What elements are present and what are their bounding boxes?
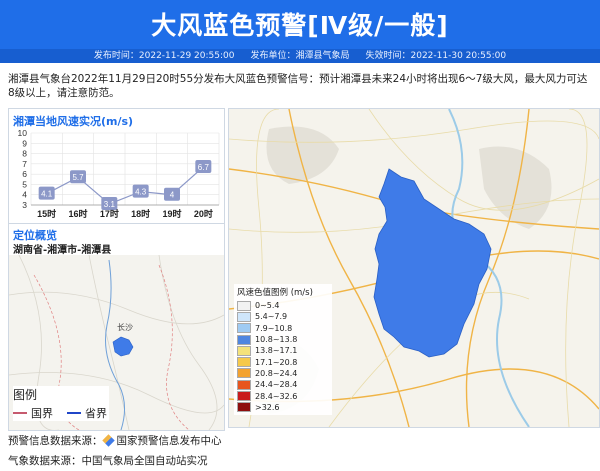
legend-label: 10.8~13.8: [255, 335, 298, 345]
warning-title: 大风蓝色预警[Ⅳ级/一般]: [151, 11, 449, 40]
legend-row: >32.6: [237, 402, 329, 413]
warning-header: 大风蓝色预警[Ⅳ级/一般] 发布时间：2022-11-29 20:55:00 发…: [0, 0, 600, 63]
location-legend: 图例 国界 省界: [13, 386, 109, 421]
legend-province-border: 省界: [67, 405, 107, 421]
data-label: 5.7: [72, 173, 84, 182]
warning-description: 湘潭县气象台2022年11月29日20时55分发布大风蓝色预警信号：预计湘潭县未…: [8, 73, 588, 99]
expire-time: 失效时间：2022-11-30 20:55:00: [365, 51, 507, 61]
y-tick-label: 8: [22, 149, 27, 159]
legend-label: 13.8~17.1: [255, 346, 298, 356]
footer-weather-source: 气象数据来源：中国气象局全国自动站实况: [8, 455, 208, 467]
national-border-swatch: [13, 412, 27, 414]
legend-label: 28.4~32.6: [255, 391, 298, 401]
legend-row: 10.8~13.8: [237, 334, 329, 345]
y-tick-label: 5: [22, 179, 27, 189]
location-subtitle: 湖南省-湘潭市-湘潭县: [13, 245, 112, 256]
legend-label: 5.4~7.9: [255, 312, 288, 322]
legend-row: 20.8~24.4: [237, 368, 329, 379]
wind-color-legend: 风速色值图例 (m/s) 0~5.4 5.4~7.9 7.9~10.8 10.8~13…: [234, 284, 332, 415]
issuer: 发布单位：湘潭县气象局: [250, 51, 350, 61]
x-tick-label: 19时: [162, 208, 181, 219]
legend-swatch: [237, 345, 251, 356]
legend-row: 5.4~7.9: [237, 311, 329, 322]
legend-row: 24.4~28.4: [237, 379, 329, 390]
warning-meta: 发布时间：2022-11-29 20:55:00 发布单位：湘潭县气象局 失效时…: [0, 49, 600, 63]
main-map[interactable]: 风速色值图例 (m/s) 0~5.4 5.4~7.9 7.9~10.8 10.8~13…: [228, 108, 600, 428]
legend-swatch: [237, 357, 251, 368]
legend-row: 28.4~32.6: [237, 390, 329, 402]
y-tick-label: 6: [22, 169, 27, 179]
data-label: 4.1: [41, 190, 53, 199]
data-label: 4: [170, 191, 175, 200]
city-label: 长沙: [117, 322, 133, 332]
legend-swatch: [237, 402, 251, 413]
province-border-label: 省界: [85, 407, 107, 420]
y-tick-label: 7: [22, 159, 27, 169]
x-tick-label: 18时: [131, 208, 150, 219]
y-tick-label: 9: [22, 138, 27, 148]
wind-chart-panel: 湘潭当地风速实况(m/s) 3 4 5 6 7 8 9 10 4.1 15时 5.7 16时 3.1 17…: [8, 108, 225, 224]
legend-label: 17.1~20.8: [255, 357, 298, 367]
x-tick-label: 15时: [37, 208, 56, 219]
legend-label: 0~5.4: [255, 301, 280, 311]
wind-legend-title: 风速色值图例 (m/s): [237, 288, 313, 298]
legend-swatch: [237, 391, 251, 402]
legend-national-border: 国界: [13, 405, 53, 421]
x-tick-label: 17时: [100, 208, 119, 219]
data-label: 3.1: [104, 200, 116, 209]
y-tick-label: 3: [22, 200, 27, 210]
location-panel: 定位概览 湖南省-湘潭市-湘潭县 长沙 图例 国界 省界: [8, 223, 225, 431]
legend-swatch: [237, 368, 251, 379]
legend-swatch: [237, 334, 251, 345]
legend-label: 7.9~10.8: [255, 323, 293, 333]
national-border-label: 国界: [31, 407, 53, 420]
legend-swatch: [237, 323, 251, 334]
wind-chart: 3456789104.115时5.716时3.117时4.318时419时6.7…: [18, 128, 220, 219]
legend-swatch: [237, 379, 251, 390]
y-tick-label: 10: [18, 128, 28, 138]
legend-row: 7.9~10.8: [237, 323, 329, 334]
legend-swatch: [237, 300, 251, 311]
legend-row: 17.1~20.8: [237, 356, 329, 368]
legend-row: 0~5.4: [237, 300, 329, 311]
y-tick-label: 4: [22, 190, 27, 200]
warning-center-logo-icon: [101, 434, 115, 447]
warning-source-name: 国家预警信息发布中心: [116, 435, 222, 447]
warning-source-label: 预警信息数据来源：: [8, 435, 103, 447]
legend-label: 24.4~28.4: [255, 380, 298, 390]
legend-swatch: [237, 311, 251, 322]
legend-row: 13.8~17.1: [237, 345, 329, 356]
x-tick-label: 16时: [68, 208, 87, 219]
location-legend-title: 图例: [13, 388, 38, 402]
legend-label: 20.8~24.4: [255, 368, 298, 378]
issue-time: 发布时间：2022-11-29 20:55:00: [93, 51, 235, 61]
data-label: 4.3: [135, 188, 147, 197]
data-label: 6.7: [198, 163, 210, 172]
province-border-swatch: [67, 412, 81, 414]
footer-warning-source: 预警信息数据来源： 国家预警信息发布中心: [8, 433, 222, 448]
legend-label: >32.6: [255, 402, 280, 412]
x-tick-label: 20时: [194, 208, 213, 219]
